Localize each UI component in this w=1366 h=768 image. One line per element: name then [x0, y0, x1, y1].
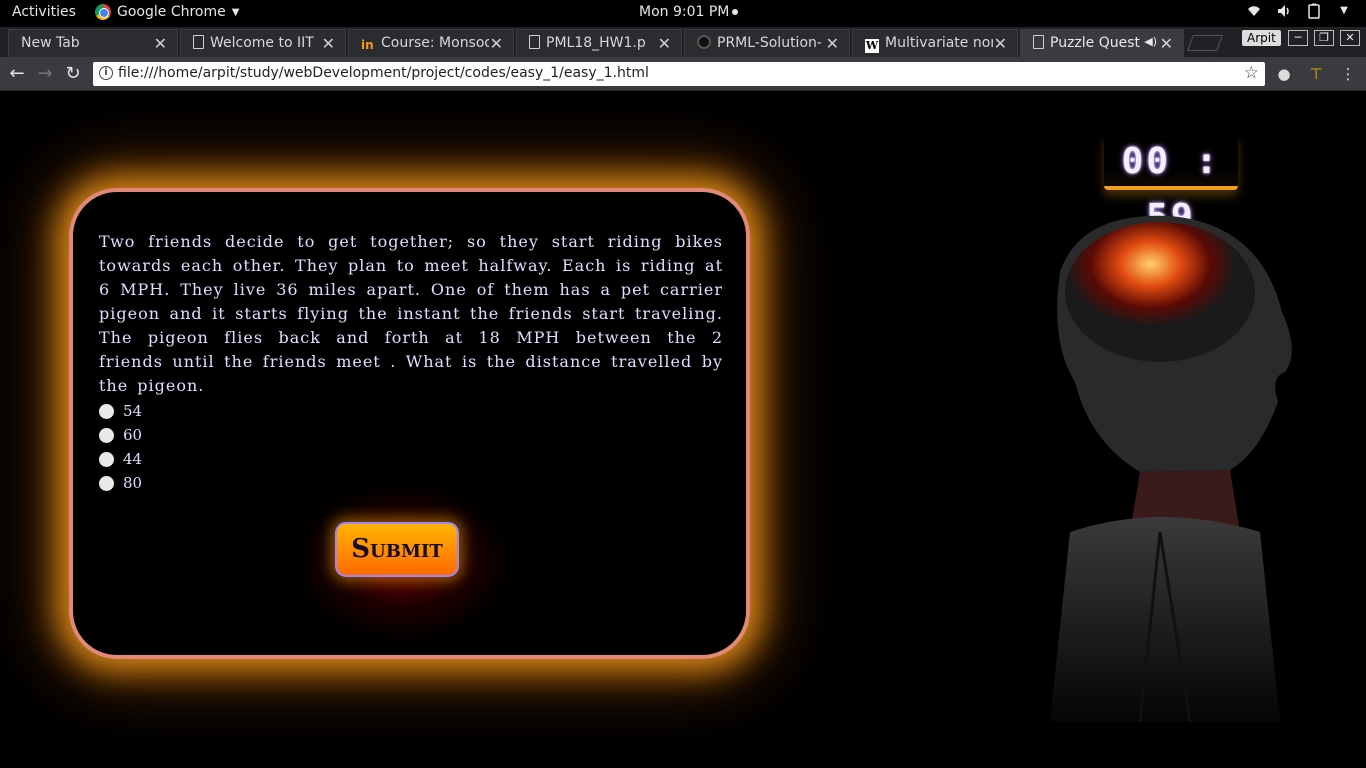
- chrome-icon: [95, 4, 111, 20]
- tab-title: PML18_HW1.p: [546, 35, 646, 51]
- option-54[interactable]: 54: [99, 399, 142, 423]
- extension-icon[interactable]: ●: [1276, 66, 1292, 82]
- bookmark-star-icon[interactable]: ☆: [1244, 63, 1259, 83]
- answer-options: 54 60 44 80: [99, 399, 142, 495]
- option-label: 60: [123, 426, 143, 444]
- dropdown-arrow-icon: ▼: [231, 6, 240, 18]
- radio-button[interactable]: [99, 451, 114, 467]
- tab-prml-solution[interactable]: PRML-Solution- ✕: [684, 29, 850, 57]
- tab-new-tab[interactable]: New Tab ✕: [8, 29, 178, 57]
- system-clock[interactable]: Mon 9:01 PM: [639, 4, 739, 20]
- close-tab-icon[interactable]: ✕: [994, 34, 1007, 53]
- wikipedia-icon: W: [865, 39, 879, 53]
- skull-brain-illustration: [1050, 215, 1292, 722]
- tab-title: Multivariate nor: [885, 35, 993, 51]
- app-name: Google Chrome: [117, 4, 226, 20]
- profile-badge[interactable]: Arpit: [1242, 30, 1281, 46]
- wifi-icon: [1246, 3, 1262, 19]
- option-label: 44: [123, 450, 143, 468]
- tab-multivariate[interactable]: W Multivariate nor ✕: [852, 29, 1018, 57]
- back-icon[interactable]: ←: [6, 63, 28, 85]
- browser-toolbar: ← → ↻ i file:///home/arpit/study/webDeve…: [0, 57, 1366, 91]
- document-icon: [529, 35, 540, 49]
- system-top-bar: Activities Google Chrome ▼ Mon 9:01 PM ▼: [0, 0, 1366, 27]
- browser-tab-strip: New Tab ✕ Welcome to IIT ✕ in Course: Mon…: [0, 27, 1366, 57]
- document-icon: [193, 35, 204, 49]
- option-60[interactable]: 60: [99, 423, 142, 447]
- question-text: Two friends decide to get together; so t…: [99, 232, 723, 395]
- tab-pml18-hw1[interactable]: PML18_HW1.p ✕: [516, 29, 682, 57]
- github-icon: [697, 35, 711, 49]
- new-tab-button[interactable]: [1187, 35, 1223, 51]
- volume-icon: [1276, 3, 1292, 19]
- option-80[interactable]: 80: [99, 471, 142, 495]
- quiz-card: Two friends decide to get together; so t…: [69, 188, 750, 659]
- radio-button[interactable]: [99, 403, 114, 419]
- tab-welcome[interactable]: Welcome to IIT ✕: [180, 29, 346, 57]
- radio-button[interactable]: [99, 475, 114, 491]
- option-label: 80: [123, 474, 143, 492]
- close-tab-icon[interactable]: ✕: [1160, 34, 1173, 53]
- radio-button[interactable]: [99, 427, 114, 443]
- close-tab-icon[interactable]: ✕: [490, 34, 503, 53]
- submit-button[interactable]: Submit: [335, 522, 459, 577]
- tab-title: New Tab: [21, 35, 80, 51]
- address-bar[interactable]: i file:///home/arpit/study/webDevelopmen…: [93, 62, 1265, 86]
- app-menu[interactable]: Google Chrome ▼: [95, 4, 239, 20]
- maximize-icon[interactable]: ❐: [1314, 30, 1334, 46]
- menu-kebab-icon[interactable]: ⋮: [1340, 66, 1356, 82]
- tab-course[interactable]: in Course: Monsoo ✕: [348, 29, 514, 57]
- battery-icon: [1306, 3, 1322, 19]
- activities-button[interactable]: Activities: [12, 4, 76, 20]
- in-icon: in: [361, 38, 374, 52]
- close-window-icon[interactable]: ✕: [1340, 30, 1360, 46]
- power-menu-arrow-icon: ▼: [1340, 5, 1348, 16]
- reload-icon[interactable]: ↻: [62, 63, 84, 85]
- countdown-timer: 00 : 59: [1104, 134, 1238, 238]
- minimize-icon[interactable]: ─: [1288, 30, 1308, 46]
- tab-title: Puzzle Quest: [1050, 35, 1141, 51]
- tab-title: PRML-Solution-: [717, 35, 822, 51]
- clock-text: Mon 9:01 PM: [639, 4, 730, 20]
- tab-puzzle-quest[interactable]: Puzzle Quest ◀) ✕: [1020, 29, 1184, 57]
- document-icon: [1033, 35, 1044, 49]
- url-text[interactable]: file:///home/arpit/study/webDevelopment/…: [118, 65, 649, 81]
- extension-pin-icon[interactable]: ⊤: [1308, 66, 1324, 82]
- info-icon[interactable]: i: [99, 66, 113, 80]
- close-tab-icon[interactable]: ✕: [322, 34, 335, 53]
- close-tab-icon[interactable]: ✕: [826, 34, 839, 53]
- tab-title: Welcome to IIT: [210, 35, 314, 51]
- option-label: 54: [123, 402, 143, 420]
- notification-dot-icon: [732, 9, 739, 15]
- tab-title: Course: Monsoo: [381, 35, 489, 51]
- close-tab-icon[interactable]: ✕: [154, 34, 167, 53]
- option-44[interactable]: 44: [99, 447, 142, 471]
- audio-playing-icon[interactable]: ◀): [1144, 35, 1157, 48]
- forward-icon[interactable]: →: [34, 63, 56, 85]
- system-status-area[interactable]: ▼: [1246, 3, 1352, 19]
- close-tab-icon[interactable]: ✕: [658, 34, 671, 53]
- page-viewport: Two friends decide to get together; so t…: [0, 92, 1366, 768]
